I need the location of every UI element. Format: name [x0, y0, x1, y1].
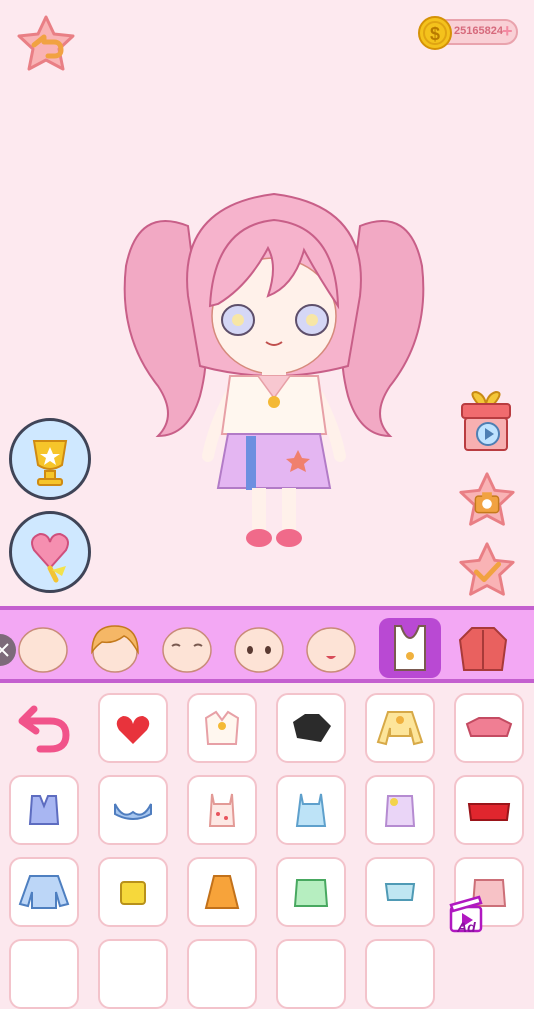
item-pink-crop-top[interactable]	[454, 693, 524, 763]
item-sailor-blouse[interactable]	[187, 693, 257, 763]
svg-text:$: $	[430, 24, 440, 44]
item-partial[interactable]	[9, 939, 79, 1009]
coin-amount: 25165824	[454, 25, 503, 37]
item-red-ruffle-top[interactable]	[454, 775, 524, 845]
tab-hair[interactable]	[84, 618, 146, 678]
add-coins-button[interactable]: +	[502, 22, 513, 40]
item-partial[interactable]	[187, 939, 257, 1009]
item-yellow-corset[interactable]	[98, 857, 168, 927]
item-lavender-top[interactable]	[365, 775, 435, 845]
eyes-icon	[234, 627, 284, 673]
tab-jackets[interactable]	[452, 618, 514, 678]
character-skirt	[216, 433, 332, 489]
tab-tops[interactable]	[379, 618, 441, 678]
coin-counter: $ 25165824 +	[418, 16, 520, 50]
heart-wand-icon	[31, 532, 69, 583]
item-striped-shirt[interactable]	[9, 857, 79, 927]
face-shape-icon	[18, 627, 68, 673]
tab-mouth[interactable]	[300, 618, 362, 678]
item-green-gingham-top[interactable]	[276, 857, 346, 927]
play-icon	[476, 422, 500, 446]
confirm-button[interactable]	[456, 540, 518, 602]
category-bar	[0, 606, 534, 683]
tab-face-1[interactable]	[12, 618, 74, 678]
hair-icon	[91, 625, 139, 673]
jacket-icon	[458, 627, 508, 671]
undo-icon[interactable]	[12, 695, 74, 757]
tab-eyebrows[interactable]	[156, 618, 218, 678]
coin-icon: $	[418, 16, 452, 50]
ad-label: Ad	[457, 919, 476, 935]
character-doll	[123, 192, 425, 547]
item-orange-dress-top[interactable]	[187, 857, 257, 927]
trophy-button[interactable]	[9, 418, 91, 500]
trophy-icon	[32, 440, 68, 486]
heart-wand-button[interactable]	[9, 511, 91, 593]
gift-video-button[interactable]	[456, 390, 516, 454]
camera-button[interactable]	[456, 470, 518, 532]
mouth-icon	[306, 627, 356, 673]
dressup-stage: $ 25165824 +	[0, 0, 534, 606]
item-partial[interactable]	[365, 939, 435, 1009]
eyebrows-icon	[162, 627, 212, 673]
back-button[interactable]	[14, 14, 78, 76]
ad-badge: Ad	[447, 893, 487, 943]
item-mint-crop-top[interactable]	[365, 857, 435, 927]
item-yellow-sweater[interactable]	[365, 693, 435, 763]
item-blue-vest[interactable]	[9, 775, 79, 845]
item-blue-bra-top[interactable]	[98, 775, 168, 845]
item-black-top[interactable]	[276, 693, 346, 763]
tab-eyes[interactable]	[228, 618, 290, 678]
tank-top-icon	[394, 625, 426, 671]
item-light-blue-camisole[interactable]	[276, 775, 346, 845]
item-red-heart-top[interactable]	[98, 693, 168, 763]
item-partial[interactable]	[276, 939, 346, 1009]
item-grid: Ad	[0, 683, 534, 1009]
item-partial[interactable]	[98, 939, 168, 1009]
item-floral-camisole[interactable]	[187, 775, 257, 845]
